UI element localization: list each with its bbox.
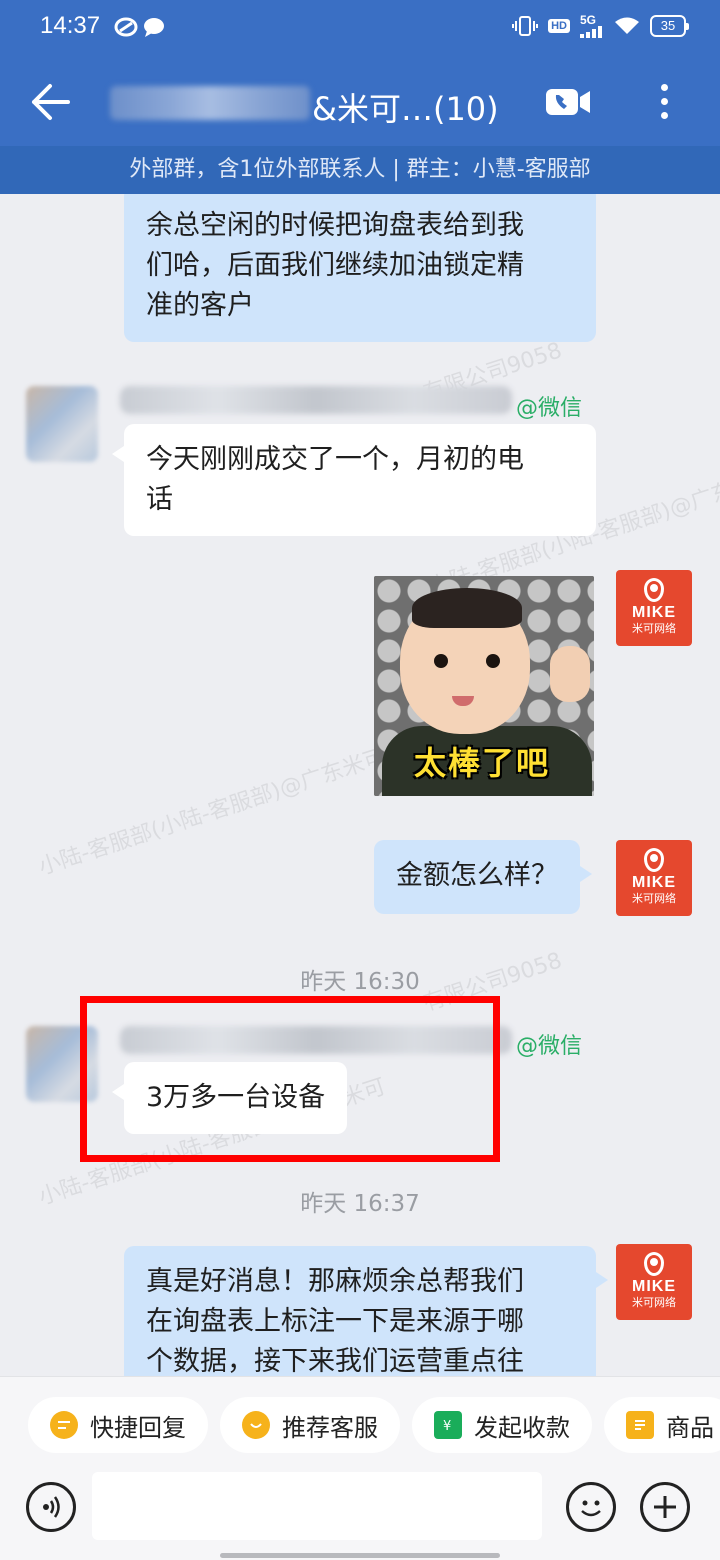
quick-actions-bar: 快捷回复 推荐客服 ¥ 发起收款 商品 [0,1376,720,1472]
product-icon [626,1411,654,1439]
svg-text:¥: ¥ [443,1419,451,1433]
message-timestamp: 昨天 16:37 [300,1191,420,1217]
message-bubble-outgoing[interactable]: 余总空闲的时候把询盘表给到我 们哈，后面我们继续加油锁定精 准的客户 [124,194,596,342]
voice-input-icon[interactable] [26,1482,76,1532]
message-bubble-incoming[interactable]: 今天刚刚成交了一个，月初的电 话 [112,424,596,536]
message-bubble-outgoing[interactable]: 真是好消息！那麻烦余总帮我们 在询盘表上标注一下是来源于哪 个数据，接下来我们运… [124,1246,608,1376]
chat-header: &米可…(10) [0,58,720,146]
quick-reply-button[interactable]: 快捷回复 [28,1397,208,1453]
wechat-source-tag: @微信 [516,396,583,421]
group-info-bar[interactable]: 外部群，含1位外部联系人 | 群主：小慧-客服部 [0,146,720,194]
more-options-icon[interactable] [654,80,674,124]
message-input[interactable] [92,1472,542,1540]
home-indicator [220,1553,500,1558]
location-pin-icon [644,848,664,872]
message-icon [144,18,164,37]
emoji-icon[interactable] [566,1482,616,1532]
chat-title[interactable]: &米可…(10) [312,84,499,130]
back-arrow-icon[interactable] [30,82,72,122]
product-button[interactable]: 商品 [604,1397,720,1453]
brand-avatar[interactable]: MIKE 米可网络 [616,570,692,646]
recommend-service-icon [242,1411,270,1439]
location-pin-icon [644,1252,664,1276]
watermark-text: 小陆-客服部(小陆-客服部)@广东米可 [35,744,389,881]
wechat-source-tag: @微信 [516,1034,583,1059]
sticker-image[interactable]: 太棒了吧 [374,576,594,796]
message-input-bar [0,1472,720,1560]
message-bubble-outgoing[interactable]: 金额怎么样？ [374,840,592,914]
hd-icon: HD [548,19,570,33]
payment-request-button[interactable]: ¥ 发起收款 [412,1397,592,1453]
quick-reply-icon [50,1411,78,1439]
status-bar: 14:37 HD 5G 35 [0,0,720,58]
payment-icon: ¥ [434,1411,462,1439]
brand-avatar[interactable]: MIKE 米可网络 [616,1244,692,1320]
notification-app-icon [114,17,138,37]
battery-icon: 35 [650,15,689,37]
wifi-icon [615,17,639,34]
recommend-service-button[interactable]: 推荐客服 [220,1397,400,1453]
signal-icon: 5G [580,14,604,38]
status-time: 14:37 [40,12,101,39]
redacted-group-name [110,86,310,120]
sticker-caption: 太棒了吧 [414,744,551,782]
chat-message-list[interactable]: 小陆-客服部(小陆-客服部)@广东米可 有限公司9058 有限公司9058 小陆… [0,194,720,1376]
sender-name-redacted [120,386,512,414]
plus-icon[interactable] [640,1482,690,1532]
location-pin-icon [644,578,664,602]
avatar[interactable] [26,386,98,462]
brand-avatar[interactable]: MIKE 米可网络 [616,840,692,916]
vibrate-icon [512,16,539,36]
message-timestamp: 昨天 16:30 [300,969,420,995]
highlight-annotation-box [80,996,500,1162]
video-call-icon[interactable] [544,86,592,118]
